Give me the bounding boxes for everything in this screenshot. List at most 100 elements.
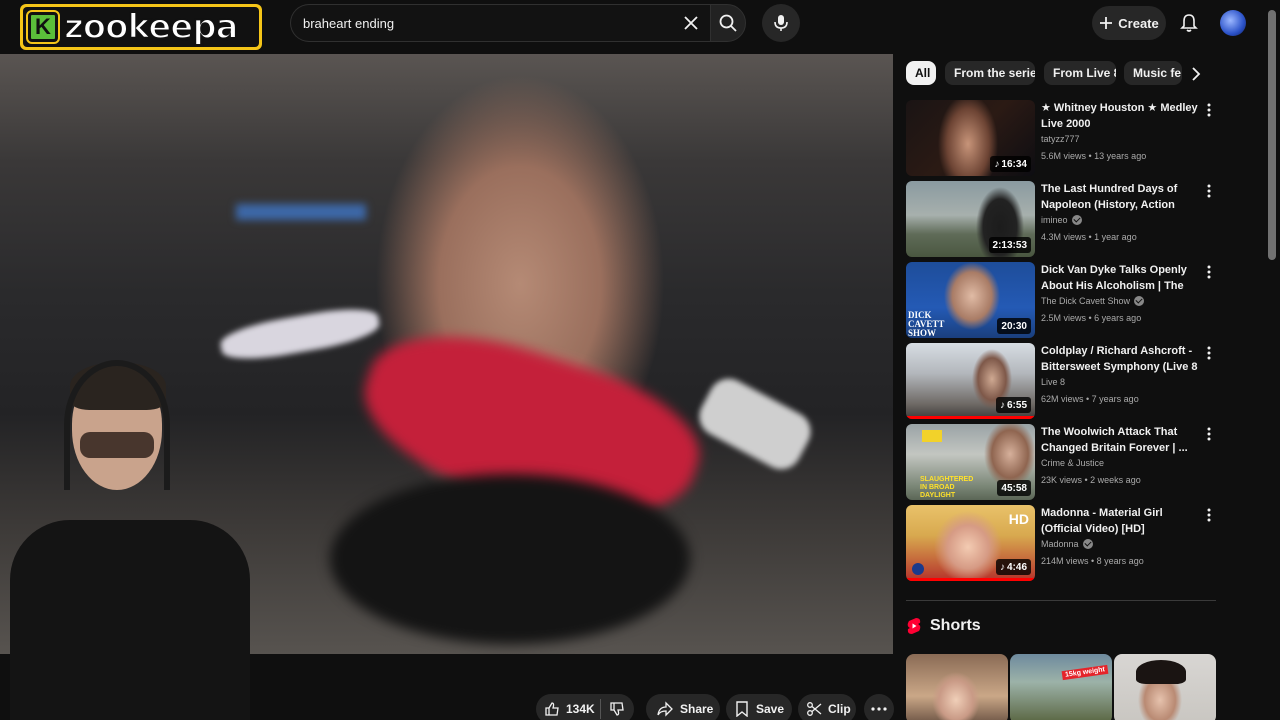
- search-button[interactable]: [710, 4, 746, 42]
- more-vertical-icon[interactable]: [1202, 426, 1216, 442]
- filter-chips: All From the series From Live 8 Music fe: [906, 61, 1216, 87]
- list-item[interactable]: DICK CAVETT SHOW 20:30 Dick Van Dyke Tal…: [906, 262, 1226, 338]
- channel-name[interactable]: imineo: [1041, 215, 1082, 225]
- video-thumbnail[interactable]: HD ♪ 4:46: [906, 505, 1035, 581]
- video-title[interactable]: Madonna - Material Girl (Official Video)…: [1041, 505, 1201, 537]
- video-thumbnail[interactable]: 2:13:53: [906, 181, 1035, 257]
- chip-from-live-8[interactable]: From Live 8: [1044, 61, 1116, 85]
- close-icon[interactable]: [682, 14, 700, 32]
- share-button[interactable]: Share: [646, 694, 720, 720]
- list-item[interactable]: 2:13:53 The Last Hundred Days of Napoleo…: [906, 181, 1226, 257]
- like-dislike-group: 134K: [536, 694, 634, 720]
- duration-text: 16:34: [1001, 158, 1027, 170]
- more-actions-button[interactable]: [864, 694, 894, 720]
- duration-badge: 20:30: [997, 318, 1031, 334]
- channel-logo[interactable]: K zookeepa: [20, 4, 262, 50]
- webcam-overlay: [0, 340, 250, 720]
- duration-badge: 2:13:53: [988, 237, 1031, 253]
- like-button[interactable]: 134K: [536, 701, 600, 717]
- duration-badge: ♪ 4:46: [995, 559, 1031, 575]
- more-vertical-icon[interactable]: [1202, 507, 1216, 523]
- channel-name-text: Crime & Justice: [1041, 458, 1105, 468]
- list-item[interactable]: ♪ 6:55 Coldplay / Richard Ashcroft - Bit…: [906, 343, 1226, 419]
- music-note-icon: ♪: [999, 399, 1005, 411]
- video-thumbnail[interactable]: ♪ 16:34: [906, 100, 1035, 176]
- share-label: Share: [680, 702, 714, 716]
- clip-label: Clip: [828, 702, 851, 716]
- create-button[interactable]: Create: [1092, 6, 1166, 40]
- list-item[interactable]: HD ♪ 4:46 Madonna - Material Girl (Offic…: [906, 505, 1226, 581]
- clip-button[interactable]: Clip: [798, 694, 856, 720]
- video-meta: 23K views • 2 weeks ago: [1041, 475, 1141, 485]
- webcam-person-body: [10, 520, 250, 720]
- dislike-button[interactable]: [601, 701, 633, 717]
- more-vertical-icon[interactable]: [1202, 183, 1216, 199]
- record-label-icon: [912, 563, 924, 575]
- shorts-header: Shorts: [906, 617, 981, 635]
- notifications-button[interactable]: [1176, 10, 1202, 36]
- video-title[interactable]: The Woolwich Attack That Changed Britain…: [1041, 424, 1201, 456]
- short-thumbnail[interactable]: [906, 654, 1008, 720]
- channel-name[interactable]: The Dick Cavett Show: [1041, 296, 1145, 306]
- list-item[interactable]: SLAUGHTERED IN BROAD DAYLIGHT 45:58 The …: [906, 424, 1226, 500]
- video-thumbnail[interactable]: ♪ 6:55: [906, 343, 1035, 419]
- section-divider: [906, 600, 1216, 601]
- thumbs-down-icon: [610, 702, 624, 716]
- video-title[interactable]: The Last Hundred Days of Napoleon (Histo…: [1041, 181, 1201, 213]
- music-note-icon: ♪: [994, 158, 1000, 170]
- verified-icon: [1134, 296, 1145, 306]
- scrollbar[interactable]: [1268, 10, 1276, 260]
- chip-from-series[interactable]: From the series: [945, 61, 1035, 85]
- video-thumbnail[interactable]: DICK CAVETT SHOW 20:30: [906, 262, 1035, 338]
- plus-icon: [1100, 17, 1113, 29]
- watch-progress-bar: [906, 416, 1035, 419]
- more-vertical-icon[interactable]: [1202, 345, 1216, 361]
- video-title[interactable]: Dick Van Dyke Talks Openly About His Alc…: [1041, 262, 1201, 294]
- video-thumbnail[interactable]: SLAUGHTERED IN BROAD DAYLIGHT 45:58: [906, 424, 1035, 500]
- duration-text: 6:55: [1006, 399, 1027, 411]
- channel-name-text: tatyzz777: [1041, 134, 1080, 144]
- chip-all[interactable]: All: [906, 61, 936, 85]
- video-title[interactable]: Coldplay / Richard Ashcroft - Bitterswee…: [1041, 343, 1201, 375]
- channel-name-text: Live 8: [1041, 377, 1066, 387]
- channel-name[interactable]: Live 8: [1041, 377, 1065, 387]
- search-input[interactable]: braheart ending: [303, 16, 394, 31]
- verified-icon: [1071, 215, 1082, 225]
- voice-search-button[interactable]: [762, 4, 800, 42]
- chevron-right-icon[interactable]: [1186, 64, 1206, 84]
- chip-music[interactable]: Music fe: [1124, 61, 1182, 85]
- channel-name[interactable]: Madonna: [1041, 539, 1093, 549]
- more-vertical-icon[interactable]: [1202, 102, 1216, 118]
- duration-text: 45:58: [1001, 482, 1027, 494]
- top-bar: K zookeepa braheart ending Create: [0, 0, 1280, 50]
- bookmark-icon: [736, 701, 748, 717]
- microphone-icon: [774, 15, 788, 31]
- save-button[interactable]: Save: [726, 694, 792, 720]
- save-label: Save: [756, 702, 785, 716]
- shorts-icon: [907, 618, 921, 634]
- video-meta: 5.6M views • 13 years ago: [1041, 151, 1147, 161]
- duration-text: 4:46: [1006, 561, 1027, 573]
- duration-badge: ♪ 6:55: [995, 397, 1031, 413]
- duration-badge: ♪ 16:34: [990, 156, 1031, 172]
- channel-name-text: The Dick Cavett Show: [1041, 296, 1131, 306]
- duration-text: 20:30: [1001, 320, 1027, 332]
- thumbnail-badge: [922, 430, 942, 442]
- duration-badge: 45:58: [997, 480, 1031, 496]
- avatar[interactable]: [1220, 10, 1246, 36]
- video-title[interactable]: ★ Whitney Houston ★ Medley Live 2000: [1041, 100, 1201, 132]
- channel-name[interactable]: Crime & Justice: [1041, 458, 1104, 468]
- short-thumbnail[interactable]: 15kg weight: [1010, 654, 1112, 720]
- hd-label: HD: [1008, 511, 1029, 527]
- channel-name-text: Madonna: [1041, 539, 1079, 549]
- video-meta: 62M views • 7 years ago: [1041, 394, 1139, 404]
- bell-icon: [1180, 14, 1198, 32]
- list-item[interactable]: ♪ 16:34 ★ Whitney Houston ★ Medley Live …: [906, 100, 1226, 176]
- video-frame-detail: [236, 204, 366, 220]
- search-box[interactable]: braheart ending: [290, 4, 710, 42]
- short-thumbnail[interactable]: [1114, 654, 1216, 720]
- shorts-title: Shorts: [930, 617, 981, 634]
- more-vertical-icon[interactable]: [1202, 264, 1216, 280]
- video-frame-detail: [330, 474, 690, 644]
- channel-name[interactable]: tatyzz777: [1041, 134, 1080, 144]
